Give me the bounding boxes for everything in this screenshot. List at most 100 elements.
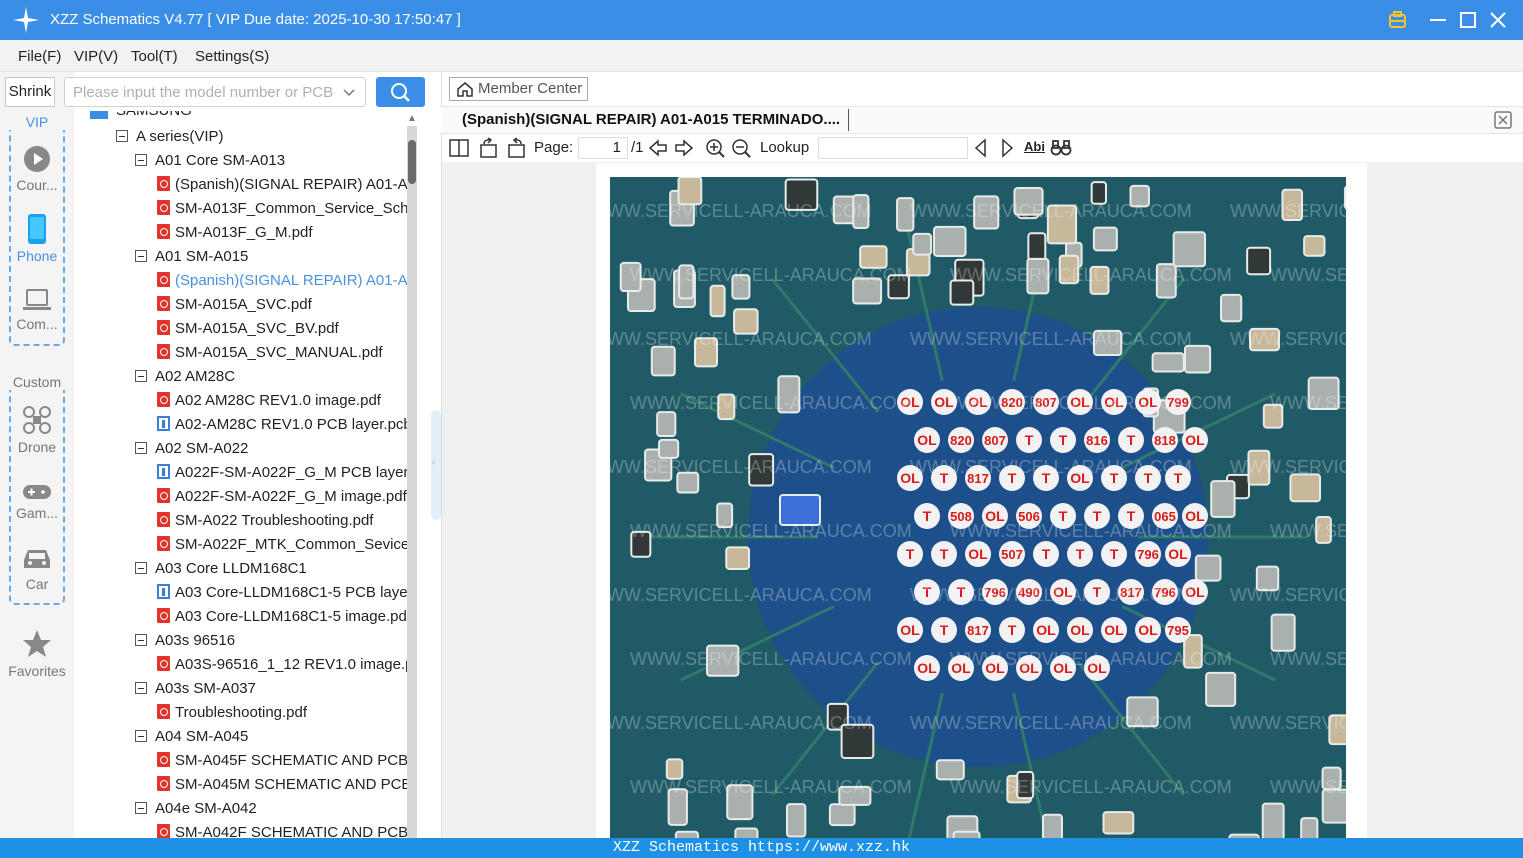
tree-pdf-file[interactable]: A03S-96516_1_12 REV1.0 image.pdf bbox=[157, 653, 407, 677]
tree-pdf-file[interactable]: SM-A045M SCHEMATIC AND PCB.pdf bbox=[157, 773, 407, 797]
member-center-button[interactable]: Member Center bbox=[449, 77, 588, 101]
tree-pdf-file[interactable]: A022F-SM-A022F_G_M image.pdf bbox=[157, 485, 407, 509]
tree-brand-samsung[interactable]: SAMSUNG bbox=[116, 111, 192, 123]
tree-pdf-file[interactable]: SM-A015A_SVC_BV.pdf bbox=[157, 317, 339, 341]
collapse-toggle-icon[interactable] bbox=[135, 154, 147, 166]
collapse-toggle-icon[interactable] bbox=[135, 802, 147, 814]
prev-page-arrow-icon[interactable] bbox=[648, 137, 668, 159]
tree-item-label: A03S-96516_1_12 REV1.0 image.pdf bbox=[175, 656, 407, 673]
watermark-text: WWW.SERVICELL-ARAUCA.COM bbox=[1270, 777, 1346, 797]
tree-pdf-file[interactable]: (Spanish)(SIGNAL REPAIR) A01-A015 bbox=[157, 269, 407, 293]
collapse-toggle-icon[interactable] bbox=[135, 250, 147, 262]
tree-item-label: SM-A045M SCHEMATIC AND PCB.pdf bbox=[175, 776, 407, 793]
tree-pdf-file[interactable]: A03 Core-LLDM168C1-5 image.pdf bbox=[157, 605, 407, 629]
tree-pdf-file[interactable]: Troubleshooting.pdf bbox=[157, 701, 307, 725]
tree-pcb-file[interactable]: A02-AM28C REV1.0 PCB layer.pcb bbox=[157, 413, 407, 437]
tree-folder[interactable]: A03 Core LLDM168C1 bbox=[135, 557, 307, 581]
tree-pcb-file[interactable]: A03 Core-LLDM168C1-5 PCB layer.pcb bbox=[157, 581, 407, 605]
scroll-up-icon[interactable]: ▲ bbox=[406, 113, 418, 125]
watermark-text: WWW.SERVICELL-ARAUCA.COM bbox=[950, 265, 1232, 285]
title-bar: XZZ Schematics V4.77 [ VIP Due date: 202… bbox=[0, 0, 1523, 40]
model-search-input[interactable] bbox=[65, 78, 335, 106]
tree-folder[interactable]: A04 SM-A045 bbox=[135, 725, 248, 749]
pcb-file-icon bbox=[157, 464, 170, 479]
chevron-down-icon[interactable] bbox=[342, 85, 356, 99]
lookup-input[interactable] bbox=[818, 137, 968, 159]
rail-item-drone[interactable]: Drone bbox=[0, 405, 74, 455]
rail-item-courses[interactable]: Cour... bbox=[0, 145, 74, 193]
binoculars-icon[interactable] bbox=[1050, 137, 1072, 159]
collapse-toggle-icon[interactable] bbox=[135, 682, 147, 694]
find-prev-icon[interactable] bbox=[972, 137, 990, 159]
document-tab[interactable]: (Spanish)(SIGNAL REPAIR) A01-A015 TERMIN… bbox=[462, 111, 840, 128]
tree-item-label: A03 Core LLDM168C1 bbox=[155, 560, 307, 577]
tree-pdf-file[interactable]: SM-A045F SCHEMATIC AND PCB.pdf bbox=[157, 749, 407, 773]
tree-folder[interactable]: A01 SM-A015 bbox=[135, 245, 248, 269]
tree-pdf-file[interactable]: SM-A042F SCHEMATIC AND PCB(C bbox=[157, 821, 407, 838]
tree-pdf-file[interactable]: SM-A013F_Common_Service_Schematic bbox=[157, 197, 407, 221]
pdf-file-icon bbox=[157, 608, 170, 623]
tree-folder[interactable]: A03s 96516 bbox=[135, 629, 235, 653]
find-next-icon[interactable] bbox=[998, 137, 1016, 159]
rotate-left-icon[interactable] bbox=[479, 137, 499, 159]
tree-scroll-thumb[interactable] bbox=[408, 140, 416, 184]
menu-vip[interactable]: VIP(V) bbox=[74, 48, 118, 65]
tree-folder[interactable]: A02 SM-A022 bbox=[135, 437, 248, 461]
menu-file[interactable]: File(F) bbox=[18, 48, 61, 65]
rail-item-phone[interactable]: Phone bbox=[0, 214, 74, 264]
tree-pdf-file[interactable]: A02 AM28C REV1.0 image.pdf bbox=[157, 389, 381, 413]
tree-item-label: A02 SM-A022 bbox=[155, 440, 249, 457]
page-number-input[interactable]: 1 bbox=[578, 137, 628, 159]
collapse-toggle-icon[interactable] bbox=[135, 562, 147, 574]
search-icon bbox=[391, 83, 410, 102]
star-icon bbox=[23, 630, 51, 657]
tree-folder[interactable]: A01 Core SM-A013 bbox=[135, 149, 285, 173]
rail-item-favorites[interactable]: Favorites bbox=[0, 629, 74, 679]
rotate-right-icon[interactable] bbox=[506, 137, 526, 159]
pdf-file-icon bbox=[157, 176, 170, 191]
tree-folder[interactable]: A02 AM28C bbox=[135, 365, 235, 389]
tree-pdf-file[interactable]: SM-A013F_G_M.pdf bbox=[157, 221, 313, 245]
menu-tool[interactable]: Tool(T) bbox=[131, 48, 178, 65]
vip-badge-icon[interactable] bbox=[1387, 9, 1409, 31]
collapse-toggle-icon[interactable] bbox=[135, 730, 147, 742]
tree-pdf-file[interactable]: SM-A015A_SVC.pdf bbox=[157, 293, 312, 317]
next-page-arrow-icon[interactable] bbox=[674, 137, 694, 159]
model-search-box[interactable] bbox=[64, 77, 366, 107]
custom-group-title: Custom bbox=[0, 374, 74, 390]
watermark-text: WWW.SERVICELL-ARAUCA.COM bbox=[1270, 265, 1346, 285]
search-button[interactable] bbox=[376, 77, 425, 107]
pane-splitter[interactable]: ‹ bbox=[431, 410, 441, 520]
ball-label: T bbox=[940, 622, 949, 638]
tree-pdf-file[interactable]: SM-A022F_MTK_Common_Sevice_Schematic bbox=[157, 533, 407, 557]
tree-folder[interactable]: A03s SM-A037 bbox=[135, 677, 256, 701]
collapse-toggle-icon[interactable] bbox=[135, 370, 147, 382]
maximize-icon[interactable] bbox=[1457, 9, 1479, 31]
rail-item-games[interactable]: Gam... bbox=[0, 483, 74, 521]
close-tab-icon[interactable] bbox=[1494, 111, 1512, 129]
collapse-toggle-icon[interactable] bbox=[116, 130, 128, 142]
drone-icon bbox=[23, 406, 51, 434]
collapse-toggle-icon[interactable] bbox=[135, 634, 147, 646]
menu-settings[interactable]: Settings(S) bbox=[195, 48, 269, 65]
pdf-file-icon bbox=[157, 344, 170, 359]
tree-folder[interactable]: A04e SM-A042 bbox=[135, 797, 257, 821]
rail-item-computer[interactable]: Com... bbox=[0, 288, 74, 332]
dual-page-icon[interactable] bbox=[449, 137, 469, 159]
tree-pdf-file[interactable]: (Spanish)(SIGNAL REPAIR) A01-A015 bbox=[157, 173, 407, 197]
model-tree[interactable]: SAMSUNG A series(VIP) A01 Core SM-A013 (Spa… bbox=[74, 111, 407, 838]
zoom-in-icon[interactable] bbox=[705, 137, 725, 159]
rail-item-car[interactable]: Car bbox=[0, 546, 74, 592]
tree-pcb-file[interactable]: A022F-SM-A022F_G_M PCB layer.pcb bbox=[157, 461, 407, 485]
shrink-button[interactable]: Shrink bbox=[5, 77, 55, 107]
tree-folder[interactable]: A series(VIP) bbox=[116, 125, 224, 149]
tree-pdf-file[interactable]: SM-A015A_SVC_MANUAL.pdf bbox=[157, 341, 383, 365]
tree-scrollbar[interactable] bbox=[407, 126, 417, 838]
match-case-button[interactable]: Abi bbox=[1024, 139, 1045, 154]
minimize-icon[interactable] bbox=[1427, 9, 1449, 31]
close-icon[interactable] bbox=[1487, 9, 1509, 31]
tree-pdf-file[interactable]: SM-A022 Troubleshooting.pdf bbox=[157, 509, 373, 533]
collapse-toggle-icon[interactable] bbox=[135, 442, 147, 454]
zoom-out-icon[interactable] bbox=[731, 137, 751, 159]
vip-group-title: VIP bbox=[0, 114, 74, 130]
